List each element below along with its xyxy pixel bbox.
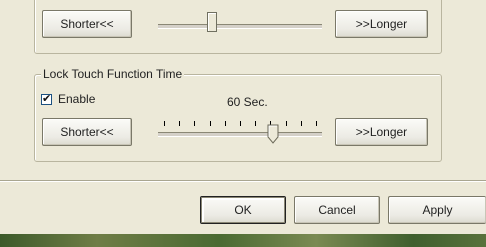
cancel-button[interactable]: Cancel (294, 196, 380, 224)
lock-time-value: 60 Sec. (227, 95, 268, 109)
slider-tick (210, 121, 211, 126)
desktop-background-strip (0, 234, 486, 247)
enable-label[interactable]: Enable (58, 92, 95, 106)
slider-tick (316, 121, 317, 126)
ok-button[interactable]: OK (200, 196, 286, 224)
slider-thumb[interactable] (207, 12, 217, 32)
slider-thumb[interactable] (267, 124, 279, 144)
lock-touch-group-title: Lock Touch Function Time (41, 67, 185, 81)
slider-track (158, 132, 322, 137)
slider-tick (164, 121, 165, 126)
slider-tick (194, 121, 195, 126)
upper-time-slider[interactable] (158, 4, 322, 44)
slider-tick (179, 121, 180, 126)
slider-tick (301, 121, 302, 126)
lock-shorter-button[interactable]: Shorter<< (42, 118, 132, 146)
upper-longer-button[interactable]: >>Longer (335, 10, 428, 38)
slider-track (158, 24, 322, 29)
lock-longer-button[interactable]: >>Longer (335, 118, 428, 146)
slider-tick (286, 121, 287, 126)
slider-tick (255, 121, 256, 126)
upper-shorter-button[interactable]: Shorter<< (42, 10, 132, 38)
footer-separator-highlight (0, 181, 486, 182)
check-mark-icon: ✔ (42, 93, 52, 105)
slider-tick (240, 121, 241, 126)
slider-tick (225, 121, 226, 126)
slider-ticks (158, 121, 322, 126)
enable-checkbox[interactable]: ✔ (41, 94, 52, 105)
lock-time-slider[interactable] (158, 112, 322, 152)
apply-button[interactable]: Apply (388, 196, 486, 224)
